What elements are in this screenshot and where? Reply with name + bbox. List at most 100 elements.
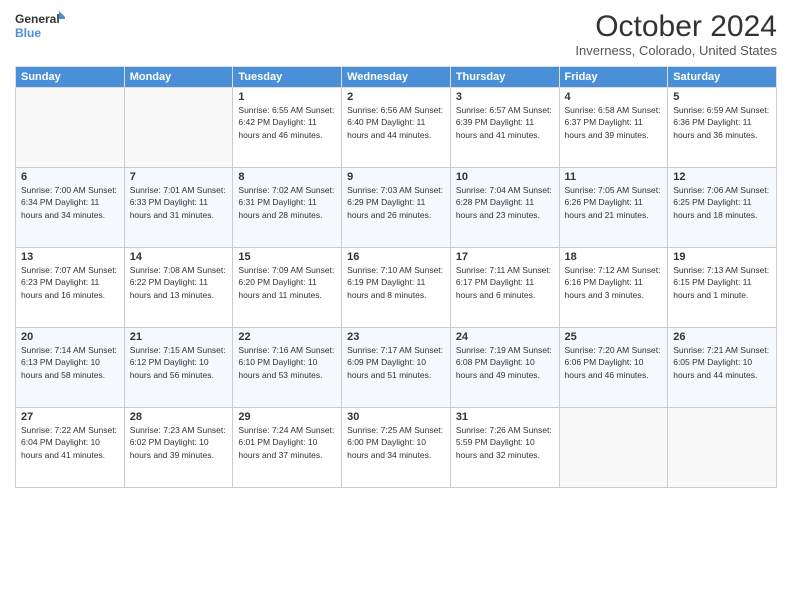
day-number: 14 xyxy=(130,251,228,263)
col-tuesday: Tuesday xyxy=(233,67,342,88)
table-row: 3Sunrise: 6:57 AM Sunset: 6:39 PM Daylig… xyxy=(450,88,559,168)
table-row: 25Sunrise: 7:20 AM Sunset: 6:06 PM Dayli… xyxy=(559,328,668,408)
table-row: 17Sunrise: 7:11 AM Sunset: 6:17 PM Dayli… xyxy=(450,248,559,328)
day-info: Sunrise: 7:07 AM Sunset: 6:23 PM Dayligh… xyxy=(21,264,119,301)
day-info: Sunrise: 7:03 AM Sunset: 6:29 PM Dayligh… xyxy=(347,184,445,221)
day-number: 3 xyxy=(456,91,554,103)
day-number: 6 xyxy=(21,171,119,183)
day-info: Sunrise: 7:00 AM Sunset: 6:34 PM Dayligh… xyxy=(21,184,119,221)
day-number: 19 xyxy=(673,251,771,263)
day-info: Sunrise: 7:11 AM Sunset: 6:17 PM Dayligh… xyxy=(456,264,554,301)
day-info: Sunrise: 7:02 AM Sunset: 6:31 PM Dayligh… xyxy=(238,184,336,221)
table-row: 5Sunrise: 6:59 AM Sunset: 6:36 PM Daylig… xyxy=(668,88,777,168)
table-row xyxy=(124,88,233,168)
table-row: 2Sunrise: 6:56 AM Sunset: 6:40 PM Daylig… xyxy=(342,88,451,168)
day-info: Sunrise: 7:25 AM Sunset: 6:00 PM Dayligh… xyxy=(347,424,445,461)
table-row: 6Sunrise: 7:00 AM Sunset: 6:34 PM Daylig… xyxy=(16,168,125,248)
day-info: Sunrise: 7:22 AM Sunset: 6:04 PM Dayligh… xyxy=(21,424,119,461)
day-info: Sunrise: 6:57 AM Sunset: 6:39 PM Dayligh… xyxy=(456,104,554,141)
day-number: 18 xyxy=(565,251,663,263)
table-row: 22Sunrise: 7:16 AM Sunset: 6:10 PM Dayli… xyxy=(233,328,342,408)
svg-text:Blue: Blue xyxy=(15,26,41,40)
calendar-week-4: 20Sunrise: 7:14 AM Sunset: 6:13 PM Dayli… xyxy=(16,328,777,408)
day-number: 20 xyxy=(21,331,119,343)
day-number: 7 xyxy=(130,171,228,183)
day-info: Sunrise: 6:59 AM Sunset: 6:36 PM Dayligh… xyxy=(673,104,771,141)
table-row: 29Sunrise: 7:24 AM Sunset: 6:01 PM Dayli… xyxy=(233,408,342,488)
table-row: 16Sunrise: 7:10 AM Sunset: 6:19 PM Dayli… xyxy=(342,248,451,328)
day-number: 15 xyxy=(238,251,336,263)
day-info: Sunrise: 7:16 AM Sunset: 6:10 PM Dayligh… xyxy=(238,344,336,381)
table-row: 23Sunrise: 7:17 AM Sunset: 6:09 PM Dayli… xyxy=(342,328,451,408)
table-row: 19Sunrise: 7:13 AM Sunset: 6:15 PM Dayli… xyxy=(668,248,777,328)
day-number: 17 xyxy=(456,251,554,263)
day-number: 24 xyxy=(456,331,554,343)
day-number: 10 xyxy=(456,171,554,183)
header: General Blue October 2024 Inverness, Col… xyxy=(15,10,777,58)
col-thursday: Thursday xyxy=(450,67,559,88)
day-info: Sunrise: 7:10 AM Sunset: 6:19 PM Dayligh… xyxy=(347,264,445,301)
svg-text:General: General xyxy=(15,12,60,26)
day-number: 27 xyxy=(21,411,119,423)
subtitle: Inverness, Colorado, United States xyxy=(575,43,777,58)
day-number: 2 xyxy=(347,91,445,103)
day-info: Sunrise: 7:24 AM Sunset: 6:01 PM Dayligh… xyxy=(238,424,336,461)
day-info: Sunrise: 7:20 AM Sunset: 6:06 PM Dayligh… xyxy=(565,344,663,381)
table-row: 27Sunrise: 7:22 AM Sunset: 6:04 PM Dayli… xyxy=(16,408,125,488)
main-title: October 2024 xyxy=(575,10,777,43)
table-row: 30Sunrise: 7:25 AM Sunset: 6:00 PM Dayli… xyxy=(342,408,451,488)
day-number: 12 xyxy=(673,171,771,183)
table-row: 21Sunrise: 7:15 AM Sunset: 6:12 PM Dayli… xyxy=(124,328,233,408)
day-info: Sunrise: 7:08 AM Sunset: 6:22 PM Dayligh… xyxy=(130,264,228,301)
day-info: Sunrise: 7:17 AM Sunset: 6:09 PM Dayligh… xyxy=(347,344,445,381)
day-number: 13 xyxy=(21,251,119,263)
col-wednesday: Wednesday xyxy=(342,67,451,88)
calendar-week-3: 13Sunrise: 7:07 AM Sunset: 6:23 PM Dayli… xyxy=(16,248,777,328)
day-number: 22 xyxy=(238,331,336,343)
table-row: 14Sunrise: 7:08 AM Sunset: 6:22 PM Dayli… xyxy=(124,248,233,328)
table-row: 31Sunrise: 7:26 AM Sunset: 5:59 PM Dayli… xyxy=(450,408,559,488)
table-row: 10Sunrise: 7:04 AM Sunset: 6:28 PM Dayli… xyxy=(450,168,559,248)
table-row: 28Sunrise: 7:23 AM Sunset: 6:02 PM Dayli… xyxy=(124,408,233,488)
table-row: 26Sunrise: 7:21 AM Sunset: 6:05 PM Dayli… xyxy=(668,328,777,408)
table-row: 15Sunrise: 7:09 AM Sunset: 6:20 PM Dayli… xyxy=(233,248,342,328)
day-info: Sunrise: 7:14 AM Sunset: 6:13 PM Dayligh… xyxy=(21,344,119,381)
day-info: Sunrise: 7:13 AM Sunset: 6:15 PM Dayligh… xyxy=(673,264,771,301)
table-row: 9Sunrise: 7:03 AM Sunset: 6:29 PM Daylig… xyxy=(342,168,451,248)
day-info: Sunrise: 7:19 AM Sunset: 6:08 PM Dayligh… xyxy=(456,344,554,381)
calendar-week-2: 6Sunrise: 7:00 AM Sunset: 6:34 PM Daylig… xyxy=(16,168,777,248)
table-row: 4Sunrise: 6:58 AM Sunset: 6:37 PM Daylig… xyxy=(559,88,668,168)
day-number: 1 xyxy=(238,91,336,103)
table-row: 12Sunrise: 7:06 AM Sunset: 6:25 PM Dayli… xyxy=(668,168,777,248)
table-row xyxy=(559,408,668,488)
title-block: October 2024 Inverness, Colorado, United… xyxy=(575,10,777,58)
day-number: 21 xyxy=(130,331,228,343)
page: General Blue October 2024 Inverness, Col… xyxy=(0,0,792,612)
logo-svg: General Blue xyxy=(15,10,65,40)
table-row: 18Sunrise: 7:12 AM Sunset: 6:16 PM Dayli… xyxy=(559,248,668,328)
day-number: 16 xyxy=(347,251,445,263)
col-saturday: Saturday xyxy=(668,67,777,88)
col-friday: Friday xyxy=(559,67,668,88)
table-row: 8Sunrise: 7:02 AM Sunset: 6:31 PM Daylig… xyxy=(233,168,342,248)
table-row: 7Sunrise: 7:01 AM Sunset: 6:33 PM Daylig… xyxy=(124,168,233,248)
calendar-week-1: 1Sunrise: 6:55 AM Sunset: 6:42 PM Daylig… xyxy=(16,88,777,168)
table-row: 20Sunrise: 7:14 AM Sunset: 6:13 PM Dayli… xyxy=(16,328,125,408)
calendar-week-5: 27Sunrise: 7:22 AM Sunset: 6:04 PM Dayli… xyxy=(16,408,777,488)
day-info: Sunrise: 7:12 AM Sunset: 6:16 PM Dayligh… xyxy=(565,264,663,301)
day-info: Sunrise: 7:01 AM Sunset: 6:33 PM Dayligh… xyxy=(130,184,228,221)
day-number: 5 xyxy=(673,91,771,103)
day-info: Sunrise: 7:23 AM Sunset: 6:02 PM Dayligh… xyxy=(130,424,228,461)
day-info: Sunrise: 7:04 AM Sunset: 6:28 PM Dayligh… xyxy=(456,184,554,221)
day-number: 29 xyxy=(238,411,336,423)
day-number: 4 xyxy=(565,91,663,103)
day-info: Sunrise: 7:26 AM Sunset: 5:59 PM Dayligh… xyxy=(456,424,554,461)
day-number: 9 xyxy=(347,171,445,183)
day-number: 31 xyxy=(456,411,554,423)
day-info: Sunrise: 7:06 AM Sunset: 6:25 PM Dayligh… xyxy=(673,184,771,221)
day-info: Sunrise: 7:09 AM Sunset: 6:20 PM Dayligh… xyxy=(238,264,336,301)
table-row: 24Sunrise: 7:19 AM Sunset: 6:08 PM Dayli… xyxy=(450,328,559,408)
table-row xyxy=(16,88,125,168)
day-info: Sunrise: 6:56 AM Sunset: 6:40 PM Dayligh… xyxy=(347,104,445,141)
day-number: 30 xyxy=(347,411,445,423)
